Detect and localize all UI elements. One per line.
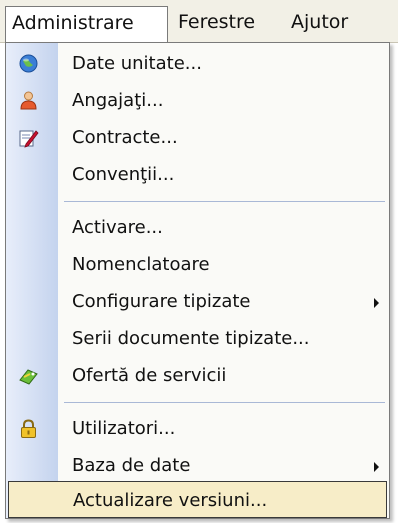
menu-item-activare[interactable]: Activare... (6, 209, 389, 246)
offer-icon (18, 365, 39, 386)
menu-administrare[interactable]: Administrare (5, 6, 168, 43)
submenu-arrow-icon (374, 462, 379, 472)
menu-item-label: Serii documente tipizate... (72, 328, 310, 349)
menu-item-utilizatori[interactable]: Utilizatori... (6, 410, 389, 447)
menu-item-nomenclatoare[interactable]: Nomenclatoare (6, 246, 389, 283)
administrare-dropdown-menu: Date unitate... Angajaţi... Contracte...… (5, 42, 390, 519)
menu-item-label: Baza de date (72, 455, 191, 476)
menu-ajutor[interactable]: Ajutor (285, 6, 354, 38)
menu-ferestre[interactable]: Ferestre (172, 6, 261, 38)
menu-item-label: Nomenclatoare (72, 254, 210, 275)
menu-item-configurare-tipizate[interactable]: Configurare tipizate (6, 283, 389, 320)
menu-item-label: Activare... (72, 217, 163, 238)
menu-item-label: Actualizare versiuni... (73, 490, 268, 511)
menu-separator (64, 402, 385, 403)
menu-item-label: Contracte... (72, 127, 178, 148)
menu-item-label: Ofertă de servicii (72, 365, 227, 386)
submenu-arrow-icon (374, 298, 379, 308)
menu-item-oferta-de-servicii[interactable]: Ofertă de servicii (6, 357, 389, 394)
menu-item-angajati[interactable]: Angajaţi... (6, 82, 389, 119)
menu-item-contracte[interactable]: Contracte... (6, 119, 389, 156)
menu-bar: Administrare Ferestre Ajutor (0, 0, 398, 43)
globe-icon (18, 53, 39, 74)
menu-item-label: Utilizatori... (72, 418, 176, 439)
menu-item-label: Convenţii... (72, 164, 175, 185)
lock-icon (18, 418, 39, 439)
menu-item-conventii[interactable]: Convenţii... (6, 156, 389, 193)
users-icon (18, 90, 39, 111)
menu-item-serii-documente-tipizate[interactable]: Serii documente tipizate... (6, 320, 389, 357)
menu-item-label: Date unitate... (72, 53, 202, 74)
menu-item-actualizare-versiuni[interactable]: Actualizare versiuni... (8, 481, 387, 518)
menu-item-baza-de-date[interactable]: Baza de date (6, 447, 389, 484)
document-edit-icon (18, 127, 39, 148)
menu-item-date-unitate[interactable]: Date unitate... (6, 45, 389, 82)
menu-item-label: Configurare tipizate (72, 291, 251, 312)
menu-separator (64, 201, 385, 202)
menu-item-label: Angajaţi... (72, 90, 164, 111)
